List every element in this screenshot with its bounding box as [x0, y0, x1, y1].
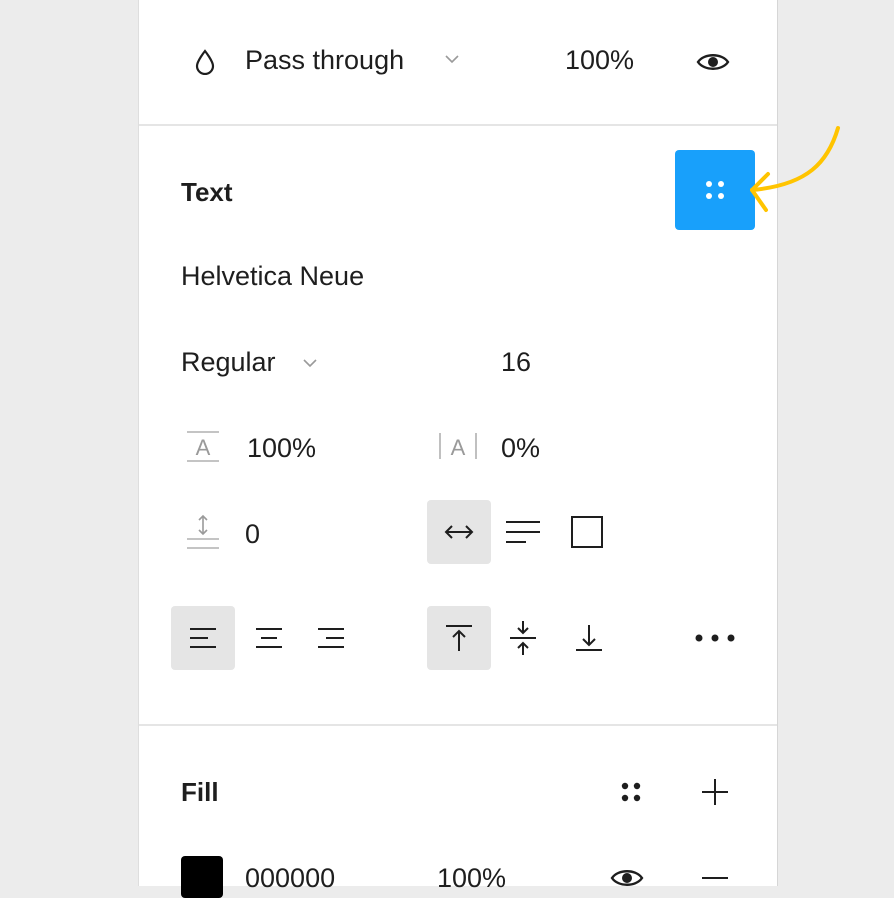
properties-panel: Pass through 100% Text Helvetica Neue Re… [138, 0, 778, 898]
eye-icon[interactable] [609, 864, 645, 892]
lines-icon [506, 521, 540, 543]
auto-width-button[interactable] [427, 500, 491, 564]
blend-mode-value: Pass through [245, 45, 405, 75]
fill-swatch[interactable] [181, 856, 223, 898]
align-center-icon [256, 628, 282, 648]
text-styles-button[interactable] [675, 150, 755, 230]
line-height-icon: A [183, 428, 223, 464]
font-weight-dropdown[interactable]: Regular [181, 344, 341, 380]
divider [139, 724, 777, 726]
plus-icon[interactable] [695, 772, 735, 812]
grid-dots-icon [621, 782, 641, 802]
align-left-button[interactable] [171, 606, 235, 670]
text-section-title: Text [181, 177, 233, 207]
drop-icon [191, 48, 219, 76]
layer-opacity-input[interactable]: 100% [565, 44, 634, 76]
font-weight-value: Regular [181, 347, 276, 377]
chevron-down-icon [441, 48, 463, 70]
align-middle-icon [510, 621, 536, 655]
square-icon [571, 516, 603, 548]
align-right-icon [318, 628, 344, 648]
svg-text:A: A [451, 435, 466, 460]
font-family-select[interactable]: Helvetica Neue [181, 260, 364, 292]
align-left-icon [190, 628, 216, 648]
paragraph-spacing-input[interactable]: 0 [245, 518, 260, 550]
grid-dots-icon [706, 181, 724, 199]
chevron-down-icon [299, 352, 321, 374]
arrows-horizontal-icon [444, 525, 474, 539]
align-bottom-icon [576, 625, 602, 651]
minus-icon[interactable] [695, 866, 735, 890]
align-bottom-button[interactable] [563, 606, 615, 670]
fixed-size-button[interactable] [561, 500, 613, 564]
align-middle-button[interactable] [497, 606, 549, 670]
align-center-button[interactable] [243, 606, 295, 670]
eye-icon[interactable] [695, 48, 731, 76]
fill-opacity-input[interactable]: 100% [437, 862, 506, 894]
letter-spacing-icon: A [433, 428, 483, 464]
fill-color-input[interactable]: 000000 [245, 862, 335, 894]
more-horizontal-icon[interactable] [691, 620, 739, 656]
line-height-input[interactable]: 100% [247, 432, 316, 464]
fill-styles-button[interactable] [611, 772, 651, 812]
align-right-button[interactable] [305, 606, 357, 670]
paragraph-spacing-icon [183, 510, 223, 554]
font-size-input[interactable]: 16 [501, 346, 531, 378]
align-top-icon [446, 625, 472, 651]
align-top-button[interactable] [427, 606, 491, 670]
divider [139, 124, 777, 126]
fill-section-title: Fill [181, 777, 219, 807]
letter-spacing-input[interactable]: 0% [501, 432, 540, 464]
blend-mode-dropdown[interactable]: Pass through [245, 42, 465, 78]
svg-text:A: A [196, 435, 211, 460]
auto-height-button[interactable] [497, 500, 549, 564]
